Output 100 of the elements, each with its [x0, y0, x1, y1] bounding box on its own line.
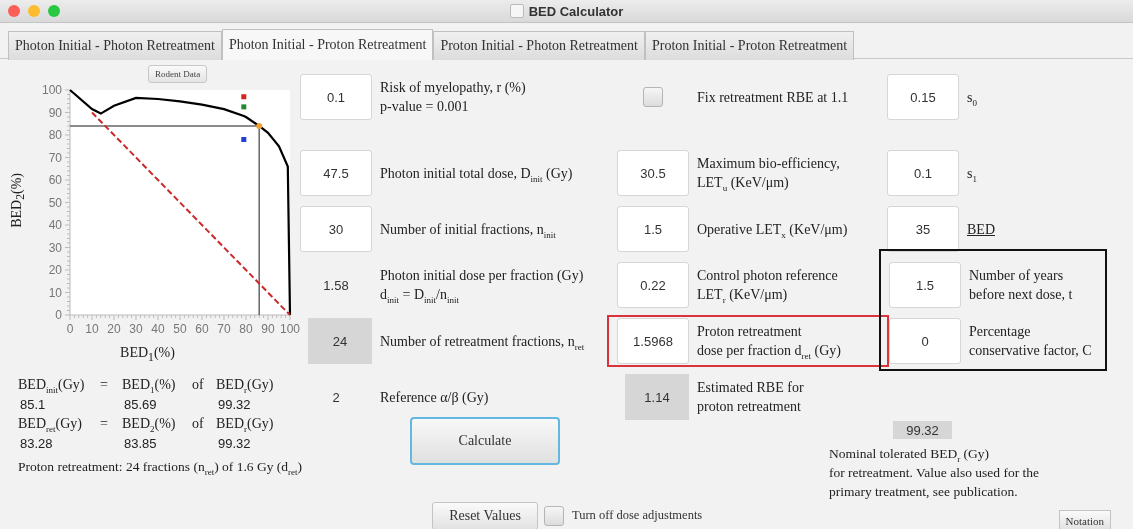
result-value: 85.69 [123, 397, 158, 412]
field-label: d$_{init}$ = D$_{init}$/n$_{init}$ [380, 286, 460, 304]
formula-term: BED$_{2}$(%) [122, 416, 177, 432]
input-field[interactable]: 1.5 [617, 206, 689, 252]
tick-label: 80 [48, 128, 62, 142]
checkbox[interactable] [643, 87, 663, 107]
rodent-data-button[interactable]: Rodent Data [148, 65, 208, 83]
field-label: Number of initial fractions, n$_{init}$ [380, 220, 556, 239]
result-value: 99.32 [217, 397, 252, 412]
tick-label: 70 [217, 322, 231, 336]
tick-label: 0 [66, 322, 74, 336]
calculate-button[interactable]: Calculate [410, 417, 560, 465]
tick-label: 50 [173, 322, 187, 336]
field-label: LET$_{u}$ (KeV/μm) [697, 174, 790, 192]
field-label: p-value = 0.001 [380, 98, 470, 116]
tick-label: 60 [48, 173, 62, 187]
output-field: 24 [308, 318, 372, 364]
formula-term: BED$_{r}$(Gy) [216, 416, 275, 432]
checkbox-label: Turn off dose adjustments [572, 508, 703, 523]
tick-label: 30 [129, 322, 143, 336]
input-field[interactable]: 35 [887, 206, 959, 252]
result-value: 85.1 [19, 397, 47, 412]
checkbox[interactable] [544, 505, 564, 526]
close-button[interactable] [8, 5, 20, 17]
field-label: Reference α/β (Gy) [380, 388, 489, 407]
value-text: 1.58 [322, 276, 350, 295]
tick-label: 90 [261, 322, 275, 336]
input-field[interactable]: 1.5968 [617, 318, 689, 364]
input-field[interactable]: 0 [889, 318, 961, 364]
field-label: Risk of myelopathy, r (%) [380, 79, 526, 97]
description-text: primary treatment, see publication. [829, 483, 1019, 501]
field-label: Operative LET$_{x}$ (KeV/μm) [697, 220, 848, 239]
field-label: LET$_{r}$ (KeV/μm) [697, 286, 789, 304]
operator-text: = [100, 377, 109, 393]
tick-label: 0 [55, 308, 62, 322]
tick-label: 90 [48, 105, 62, 120]
tick-label: 20 [107, 322, 121, 336]
value-text: 2 [331, 388, 341, 407]
field-label: Control photon reference [697, 267, 838, 285]
field-label: Number of years [969, 267, 1065, 285]
tick-label: 50 [48, 195, 62, 210]
app-icon [509, 4, 524, 18]
formula-term: BED$_{ret}$(Gy) [18, 416, 83, 432]
operator-text: of [192, 377, 205, 393]
tick-label: 30 [48, 240, 62, 255]
field-label: s$_{0}$ [967, 88, 977, 107]
field-label: Maximum bio-efficiency, [697, 155, 840, 173]
field-label: before next dose, t [969, 286, 1073, 304]
minimize-button[interactable] [28, 5, 40, 17]
field-label: proton retreatment [697, 398, 802, 416]
field-label: Number of retreatment fractions, n$_{ret}$ [380, 332, 585, 351]
marker-dot [256, 123, 263, 129]
input-field[interactable]: 47.5 [300, 150, 372, 196]
formula-term: BED$_{r}$(Gy) [216, 377, 275, 393]
input-field[interactable]: 0.1 [887, 150, 959, 196]
field-label: Photon initial total dose, D$_{init}$ (Gy) [380, 164, 573, 183]
input-field[interactable]: 1.5 [889, 262, 961, 308]
input-field[interactable]: 30 [300, 206, 372, 252]
reset-values-button[interactable]: Reset Values [432, 501, 538, 529]
input-field[interactable]: 0.1 [300, 74, 372, 120]
tick-label: 20 [48, 263, 62, 277]
result-value: 99.32 [217, 436, 252, 451]
description-text: Nominal tolerated BED$_{r}$ (Gy) [829, 445, 991, 463]
formula-term: BED$_{init}$(Gy) [18, 377, 86, 393]
field-label: conservative factor, C [969, 342, 1092, 360]
input-field[interactable]: 0.22 [617, 262, 689, 308]
field-label: BED [967, 220, 995, 239]
window-title: BED Calculator [528, 3, 624, 19]
tab[interactable]: Photon Initial - Proton Retreatment [221, 29, 434, 60]
output-field: 1.14 [625, 374, 689, 420]
tick-label: 80 [239, 322, 253, 336]
result-value: 83.28 [19, 436, 54, 451]
zoom-button[interactable] [48, 5, 60, 17]
tick-label: 100 [280, 322, 300, 336]
notation-button[interactable]: Notation [1058, 510, 1111, 529]
field-label: dose per fraction d$_{ret}$ (Gy) [697, 342, 841, 360]
field-label: Photon initial dose per fraction (Gy) [380, 267, 584, 285]
tick-label: 40 [48, 218, 62, 232]
axis-title: BED$_{1}$(%) [119, 345, 176, 364]
formula-term: BED$_{1}$(%) [122, 377, 177, 393]
tick-label: 10 [48, 285, 62, 300]
summary-text: Proton retreatment: 24 fractions (n$_{ret}$) of 1.6 Gy (d$_{ret}$) [18, 459, 303, 475]
operator-text: = [100, 416, 109, 432]
tick-label: 100 [41, 83, 62, 97]
tick-label: 40 [151, 322, 165, 336]
input-field[interactable]: 30.5 [617, 150, 689, 196]
tab[interactable]: Proton Initial - Photon Retreatment [433, 31, 645, 60]
tab[interactable]: Photon Initial - Photon Retreatment [8, 31, 222, 60]
field-label: Proton retreatment [697, 323, 803, 341]
tick-label: 10 [85, 322, 99, 336]
description-text: for retreatment. Value also used for the [829, 464, 1040, 482]
tick-label: 60 [195, 322, 209, 336]
output-field: 99.32 [893, 421, 952, 439]
tab[interactable]: Proton Initial - Proton Retreatment [644, 31, 855, 60]
field-label: Fix retreatment RBE at 1.1 [697, 88, 849, 107]
result-value: 83.85 [123, 436, 158, 451]
input-field[interactable]: 0.15 [887, 74, 959, 120]
field-label: Estimated RBE for [697, 379, 804, 397]
field-label: Percentage [969, 323, 1032, 341]
tick-label: 70 [48, 150, 62, 165]
